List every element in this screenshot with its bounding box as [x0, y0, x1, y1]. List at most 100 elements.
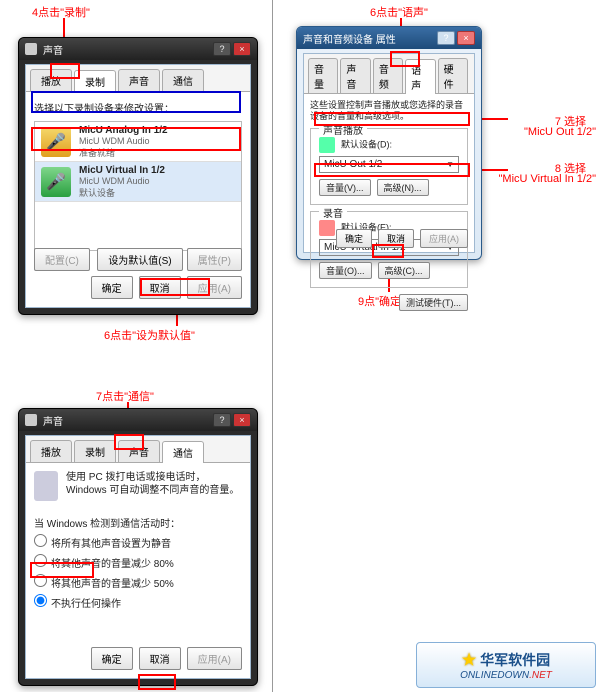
- mic-icon: 🎤: [41, 127, 71, 157]
- vertical-divider: [272, 0, 273, 692]
- help-btn[interactable]: ?: [213, 42, 231, 56]
- cancel-button[interactable]: 取消: [378, 229, 414, 248]
- list-item[interactable]: 🎤 MicU Analog In 1/2 MicU WDM Audio 准备就绪: [35, 122, 241, 162]
- win3-tabs: 播放 录制 声音 通信: [26, 436, 250, 463]
- win1-titlebar: 声音 ? ×: [19, 38, 257, 60]
- close-btn[interactable]: ×: [233, 413, 251, 427]
- g1-value: MicU Out 1/2: [324, 159, 382, 170]
- cancel-button[interactable]: 取消: [139, 276, 181, 299]
- tab-communications[interactable]: 通信: [162, 441, 204, 463]
- tab-playback[interactable]: 播放: [30, 69, 72, 91]
- chevron-down-icon: ▼: [446, 160, 454, 169]
- win3-desc2: 当 Windows 检测到通信活动时：: [34, 515, 242, 530]
- win1-listbox: 🎤 MicU Analog In 1/2 MicU WDM Audio 准备就绪…: [34, 121, 242, 251]
- g1-volume-button[interactable]: 音量(V)...: [319, 179, 371, 196]
- win3-titlebar: 声音 ? ×: [19, 409, 257, 431]
- win2-titlebar: 声音和音频设备 属性 ? ×: [297, 27, 481, 49]
- speaker-icon: [25, 43, 37, 55]
- win-sound-communications: 声音 ? × 播放 录制 声音 通信 使用 PC 拨打电话或接电话时，Windo…: [18, 408, 258, 686]
- win1-itembtns: 配置(C) 设为默认值(S) 属性(P): [34, 248, 242, 271]
- logo-line1: 华军软件园: [480, 650, 550, 670]
- mic-icon: 🎤: [41, 167, 71, 197]
- radio-do-nothing[interactable]: 不执行任何操作: [34, 594, 242, 610]
- apply-button[interactable]: 应用(A): [420, 229, 468, 248]
- tab-volume[interactable]: 音量: [308, 58, 338, 93]
- apply-button[interactable]: 应用(A): [187, 276, 242, 299]
- configure-button[interactable]: 配置(C): [34, 248, 90, 271]
- win2-desc: 这些设置控制声音播放或您选择的录音设备的音量和高级选项。: [310, 100, 468, 122]
- apply-button[interactable]: 应用(A): [187, 647, 242, 670]
- anno-6r: 6点击"语声": [370, 4, 428, 20]
- tab-voice[interactable]: 语声: [405, 59, 435, 94]
- tab-sounds[interactable]: 声音: [340, 58, 370, 93]
- win2-tabbody: 这些设置控制声音播放或您选择的录音设备的音量和高级选项。 声音播放 默认设备(D…: [304, 94, 474, 317]
- radio-mute[interactable]: 将所有其他声音设置为静音: [34, 534, 242, 550]
- item-name: MicU Analog In 1/2: [79, 125, 168, 136]
- win-audio-properties: 声音和音频设备 属性 ? × 音量 声音 音频 语声 硬件 这些设置控制声音播放…: [296, 26, 482, 260]
- tab-playback[interactable]: 播放: [30, 440, 72, 462]
- win2-title: 声音和音频设备 属性: [303, 31, 396, 46]
- properties-button[interactable]: 属性(P): [187, 248, 242, 271]
- group-playback: 声音播放 默认设备(D): MicU Out 1/2▼ 音量(V)... 高级(…: [310, 128, 468, 205]
- win2-tabs: 音量 声音 音频 语声 硬件: [304, 54, 474, 94]
- close-btn[interactable]: ×: [457, 31, 475, 45]
- item-status: 默认设备: [79, 186, 165, 199]
- mic-icon: [319, 220, 335, 236]
- tab-sounds[interactable]: 声音: [118, 69, 160, 91]
- anno-8r-b: "MicU Virtual In 1/2": [499, 173, 596, 185]
- group-recording: 录音 默认设备(E): MicU Virtual In 1/2▼ 音量(O)..…: [310, 211, 468, 288]
- tab-hardware[interactable]: 硬件: [438, 58, 468, 93]
- win1-dlgbtns: 确定 取消 应用(A): [91, 276, 242, 299]
- set-default-button[interactable]: 设为默认值(S): [97, 248, 182, 271]
- win2-client: 音量 声音 音频 语声 硬件 这些设置控制声音播放或您选择的录音设备的音量和高级…: [303, 53, 475, 253]
- win3-desc1: 使用 PC 拨打电话或接电话时，Windows 可自动调整不同声音的音量。: [66, 471, 242, 501]
- g1-advanced-button[interactable]: 高级(N)...: [377, 179, 429, 196]
- win1-prompt: 选择以下录制设备来修改设置：: [34, 100, 242, 115]
- group-recording-legend: 录音: [319, 205, 347, 220]
- tab-recording[interactable]: 录制: [74, 70, 116, 92]
- tab-sounds[interactable]: 声音: [118, 440, 160, 462]
- tab-recording[interactable]: 录制: [74, 440, 116, 462]
- item-sub: MicU WDM Audio: [79, 176, 165, 186]
- win1-tabbody: 选择以下录制设备来修改设置： 🎤 MicU Analog In 1/2 MicU…: [26, 92, 250, 259]
- close-btn[interactable]: ×: [233, 42, 251, 56]
- arrow-8r: [478, 169, 508, 171]
- win3-title: 声音: [43, 413, 63, 428]
- group-playback-legend: 声音播放: [319, 122, 367, 137]
- logo-line2b: .NET: [529, 670, 552, 681]
- g1-label: 默认设备(D):: [341, 139, 392, 149]
- win3-tabbody: 使用 PC 拨打电话或接电话时，Windows 可自动调整不同声音的音量。 当 …: [26, 463, 250, 622]
- anno-7l: 7点击"通信": [96, 388, 154, 404]
- tab-communications[interactable]: 通信: [162, 69, 204, 91]
- onlinedown-logo: ★华军软件园 ONLINEDOWN.NET: [416, 642, 596, 688]
- win-sound-recording: 声音 ? × 播放 录制 声音 通信 选择以下录制设备来修改设置： 🎤 MicU…: [18, 37, 258, 315]
- radio-80[interactable]: 将其他声音的音量减少 80%: [34, 554, 242, 570]
- win1-title: 声音: [43, 42, 63, 57]
- win2-dlgbtns: 确定 取消 应用(A): [336, 229, 468, 248]
- win3-client: 播放 录制 声音 通信 使用 PC 拨打电话或接电话时，Windows 可自动调…: [25, 435, 251, 679]
- anno-4: 4点击"录制": [32, 4, 90, 20]
- ok-button[interactable]: 确定: [336, 229, 372, 248]
- win1-client: 播放 录制 声音 通信 选择以下录制设备来修改设置： 🎤 MicU Analog…: [25, 64, 251, 308]
- g2-advanced-button[interactable]: 高级(C)...: [378, 262, 430, 279]
- help-btn[interactable]: ?: [437, 31, 455, 45]
- star-icon: ★: [462, 650, 476, 670]
- tab-audio[interactable]: 音频: [373, 58, 403, 93]
- phone-icon: [34, 471, 58, 501]
- ok-button[interactable]: 确定: [91, 276, 133, 299]
- help-btn[interactable]: ?: [213, 413, 231, 427]
- ok-button[interactable]: 确定: [91, 647, 133, 670]
- arrow-7r: [478, 118, 508, 120]
- playback-combo[interactable]: MicU Out 1/2 ▼: [319, 156, 459, 173]
- cancel-button[interactable]: 取消: [139, 647, 181, 670]
- list-item[interactable]: 🎤 MicU Virtual In 1/2 MicU WDM Audio 默认设…: [35, 162, 241, 202]
- radio-50[interactable]: 将其他声音的音量减少 50%: [34, 574, 242, 590]
- speaker-icon: [319, 137, 335, 153]
- g2-volume-button[interactable]: 音量(O)...: [319, 262, 372, 279]
- test-hardware-button[interactable]: 测试硬件(T)...: [399, 294, 468, 311]
- win1-tabs: 播放 录制 声音 通信: [26, 65, 250, 92]
- anno-6l: 6点击"设为默认值": [104, 327, 195, 343]
- item-name: MicU Virtual In 1/2: [79, 165, 165, 176]
- item-status: 准备就绪: [79, 146, 168, 159]
- logo-line2a: ONLINEDOWN: [460, 670, 529, 681]
